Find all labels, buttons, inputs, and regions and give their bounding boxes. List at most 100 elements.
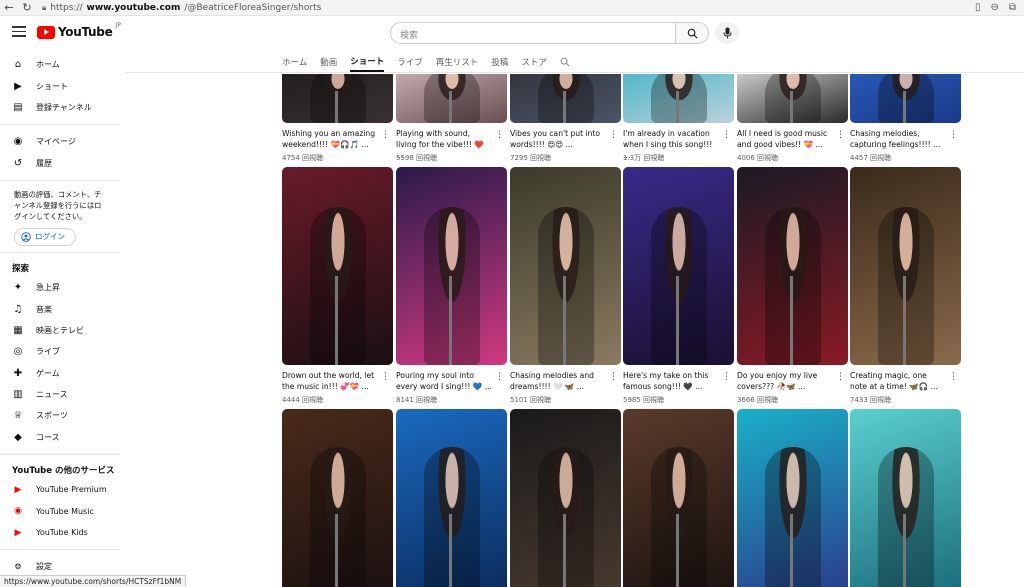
short-view-count: 4444 回視聴 xyxy=(282,396,324,404)
more-options-icon[interactable]: ⋮ xyxy=(949,131,958,140)
microphone-icon xyxy=(563,91,567,123)
sidebar-item-live[interactable]: ◎ ライブ xyxy=(0,341,120,362)
logo-text: YouTube xyxy=(58,25,113,39)
microphone-icon xyxy=(790,91,794,123)
sidebar-item-subscriptions[interactable]: ▤ 登録チャンネル xyxy=(0,97,120,118)
tab-1[interactable]: 動画 xyxy=(320,52,337,72)
more-options-icon[interactable]: ⋮ xyxy=(609,131,618,140)
sidebar-item-youtube-premium[interactable]: ▶ YouTube Premium xyxy=(0,479,120,500)
short-thumbnail[interactable] xyxy=(510,74,621,123)
tab-6[interactable]: ストア xyxy=(521,52,547,72)
sidebar-item-gaming[interactable]: ✚ ゲーム xyxy=(0,363,120,384)
short-thumbnail[interactable] xyxy=(737,74,848,123)
short-thumbnail[interactable] xyxy=(850,409,961,587)
sidebar-item-label: 履歴 xyxy=(36,158,52,168)
short-view-count: 4457 回視聴 xyxy=(850,154,892,162)
sidebar-item-music[interactable]: ♫ 音楽 xyxy=(0,298,120,319)
sidebar-item-sports[interactable]: ♕ スポーツ xyxy=(0,405,120,426)
microphone-icon xyxy=(449,275,453,365)
short-thumbnail[interactable] xyxy=(282,167,393,365)
more-options-icon[interactable]: ⋮ xyxy=(381,373,390,382)
channel-search-icon[interactable] xyxy=(560,52,570,72)
short-title[interactable]: Creating magic, one note at a time! 🦋🎧 .… xyxy=(850,370,946,392)
short-title[interactable]: Here's my take on this famous song!!! 🖤 … xyxy=(623,370,719,392)
reload-icon[interactable]: ↻ xyxy=(18,1,36,14)
more-options-icon[interactable]: ⋮ xyxy=(381,131,390,140)
short-thumbnail[interactable] xyxy=(850,167,961,365)
sidebar-item-courses[interactable]: ◆ コース xyxy=(0,427,120,448)
sidebar-item-news[interactable]: ▥ ニュース xyxy=(0,384,120,405)
masthead: YouTube JP 検索 xyxy=(0,16,1024,52)
sidebar-item-youtube-kids[interactable]: ▶ YouTube Kids xyxy=(0,522,120,543)
short-thumbnail[interactable] xyxy=(737,409,848,587)
short-title[interactable]: Chasing melodies and dreams!!!! 🤍 🦋 ... xyxy=(510,370,606,392)
back-icon[interactable]: ← xyxy=(0,1,18,14)
login-button[interactable]: ログイン xyxy=(14,227,76,246)
more-options-icon[interactable]: ⋮ xyxy=(836,131,845,140)
more-services-heading: YouTube の他のサービス xyxy=(12,466,115,477)
sidebar-item-history[interactable]: ↺ 履歴 xyxy=(0,153,120,174)
short-thumbnail[interactable] xyxy=(510,409,621,587)
url-field[interactable]: 🔒︎ https://www.youtube.com/@BeatriceFlor… xyxy=(42,3,321,13)
short-thumbnail[interactable] xyxy=(510,167,621,365)
more-options-icon[interactable]: ⋮ xyxy=(722,131,731,140)
tab-3[interactable]: ライブ xyxy=(397,52,423,72)
more-options-icon[interactable]: ⋮ xyxy=(495,131,504,140)
short-thumbnail[interactable] xyxy=(850,74,961,123)
short-thumbnail[interactable] xyxy=(737,167,848,365)
sidebar-item-account[interactable]: ◉ マイページ xyxy=(0,131,120,152)
sidebar-item-label: ホーム xyxy=(36,60,60,70)
short-title[interactable]: Drown out the world, let the music in!!!… xyxy=(282,370,378,392)
more-options-icon[interactable]: ⋮ xyxy=(609,373,618,382)
short-thumbnail[interactable] xyxy=(623,74,734,123)
short-title[interactable]: Chasing melodies, capturing feelings!!!!… xyxy=(850,128,946,150)
short-title[interactable]: All I need is good music and good vibes!… xyxy=(737,128,833,150)
more-options-icon[interactable]: ⋮ xyxy=(495,373,504,382)
more-options-icon[interactable]: ⋮ xyxy=(836,373,845,382)
sidebar-item-youtube-music[interactable]: ◉ YouTube Music xyxy=(0,500,120,521)
microphone-icon xyxy=(449,91,453,123)
search-button[interactable] xyxy=(675,22,709,44)
short-title[interactable]: Pouring my soul into every word I sing!!… xyxy=(396,370,492,392)
home-icon: ⌂ xyxy=(14,59,22,71)
tab-4[interactable]: 再生リスト xyxy=(436,52,479,72)
explore-heading: 探索 xyxy=(12,263,30,274)
short-title[interactable]: Do you enjoy my live covers??? 🥀🦋 ... xyxy=(737,370,833,392)
logo-region: JP xyxy=(115,22,121,29)
more-options-icon[interactable]: ⋮ xyxy=(949,373,958,382)
sidebar-item-label: ショート xyxy=(36,81,68,91)
short-title[interactable]: Wishing you an amazing weekend!!!! 💝🎧🎵 .… xyxy=(282,128,378,150)
short-view-count: 7295 回視聴 xyxy=(510,154,552,162)
lock-icon: 🔒︎ xyxy=(42,2,47,12)
short-thumbnail[interactable] xyxy=(623,409,734,587)
voice-search-button[interactable] xyxy=(715,22,739,44)
sidebar-item-label: ニュース xyxy=(36,390,68,400)
sidebar-item-label: ゲーム xyxy=(36,368,60,378)
short-thumbnail[interactable] xyxy=(396,409,507,587)
sidebar-item-home[interactable]: ⌂ ホーム xyxy=(0,54,120,75)
short-title[interactable]: Vibes you can't put into words!!!! 😍😍 ..… xyxy=(510,128,606,150)
sidebar-item-trending[interactable]: ✦ 急上昇 xyxy=(0,277,120,298)
short-view-count: 8141 回視聴 xyxy=(396,396,438,404)
sidebar-item-label: YouTube Music xyxy=(36,506,94,516)
tab-0[interactable]: ホーム xyxy=(282,52,307,72)
short-thumbnail[interactable] xyxy=(396,167,507,365)
short-thumbnail[interactable] xyxy=(623,167,734,365)
short-view-count: 5101 回視聴 xyxy=(510,396,552,404)
zoom-icon[interactable]: ⊖ xyxy=(990,2,998,13)
sidebar-item-shorts[interactable]: ▶ ショート xyxy=(0,75,120,96)
read-mode-icon[interactable]: ▯ xyxy=(975,2,981,13)
gaming-icon: ✚ xyxy=(13,367,23,379)
microphone-icon xyxy=(790,275,794,365)
short-thumbnail[interactable] xyxy=(282,74,393,123)
youtube-logo[interactable]: YouTube JP xyxy=(37,22,121,39)
short-thumbnail[interactable] xyxy=(282,409,393,587)
menu-icon[interactable] xyxy=(12,26,26,40)
translate-icon[interactable]: ⧉ xyxy=(1009,2,1016,13)
more-options-icon[interactable]: ⋮ xyxy=(722,373,731,382)
tab-5[interactable]: 投稿 xyxy=(491,52,508,72)
sidebar-item-movies[interactable]: ▦ 映画とテレビ xyxy=(0,320,120,341)
tab-2[interactable]: ショート xyxy=(350,52,385,72)
short-thumbnail[interactable] xyxy=(396,74,507,123)
search-input[interactable]: 検索 xyxy=(390,22,676,44)
